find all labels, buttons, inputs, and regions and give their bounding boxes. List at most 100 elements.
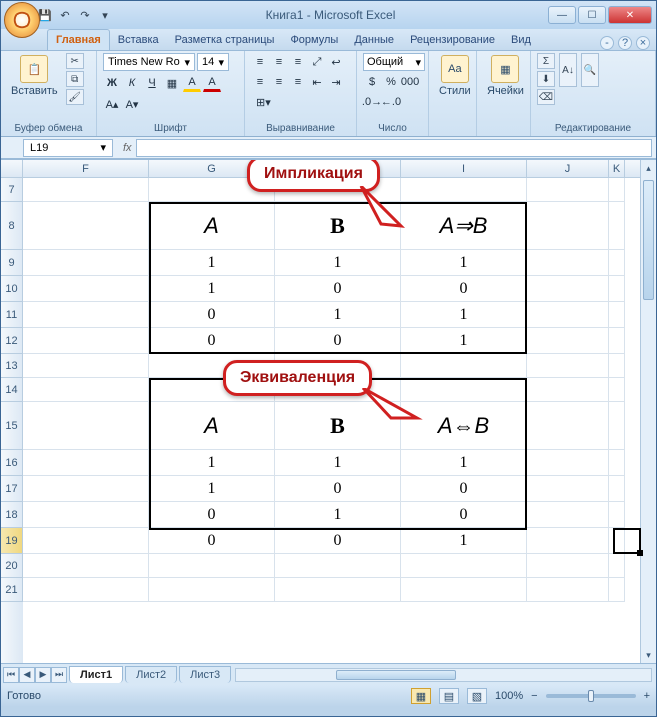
page-break-view-icon[interactable]: ▧ (467, 688, 487, 704)
cell[interactable]: 0 (275, 528, 401, 554)
font-color-button[interactable]: A (203, 74, 221, 92)
cell[interactable]: 1 (275, 450, 401, 476)
col-header[interactable]: I (401, 160, 527, 177)
sheet-tab-2[interactable]: Лист2 (125, 666, 177, 683)
number-format-select[interactable]: Общий▾ (363, 53, 425, 71)
cell[interactable]: 1 (401, 328, 527, 354)
cell[interactable] (23, 554, 149, 578)
cell[interactable]: A (149, 402, 275, 450)
cell[interactable] (23, 302, 149, 328)
row-header[interactable]: 10 (1, 276, 23, 302)
help-icon[interactable]: ? (618, 36, 632, 50)
cell[interactable] (527, 354, 609, 378)
autosum-icon[interactable]: Σ (537, 53, 555, 69)
page-layout-view-icon[interactable]: ▤ (439, 688, 459, 704)
zoom-in-icon[interactable]: + (644, 690, 650, 702)
cell[interactable] (527, 328, 609, 354)
cell[interactable] (401, 578, 527, 602)
sheet-nav-next-icon[interactable]: ▶ (35, 667, 51, 683)
cell[interactable]: 0 (401, 276, 527, 302)
cell[interactable]: 0 (149, 502, 275, 528)
scroll-up-icon[interactable]: ▴ (641, 160, 656, 176)
cell[interactable] (609, 354, 625, 378)
tab-page-layout[interactable]: Разметка страницы (167, 30, 283, 50)
cell[interactable] (275, 578, 401, 602)
sheet-nav-prev-icon[interactable]: ◀ (19, 667, 35, 683)
cell[interactable] (609, 202, 625, 250)
row-header[interactable]: 12 (1, 328, 23, 354)
row-header[interactable]: 21 (1, 578, 23, 602)
close-button[interactable]: ✕ (608, 6, 652, 24)
redo-icon[interactable]: ↷ (77, 7, 93, 23)
tab-review[interactable]: Рецензирование (402, 30, 503, 50)
cell[interactable]: 1 (401, 302, 527, 328)
cell[interactable] (527, 402, 609, 450)
cell[interactable] (401, 378, 527, 402)
row-header[interactable]: 9 (1, 250, 23, 276)
cell[interactable] (609, 528, 625, 554)
increase-decimal-icon[interactable]: .0→ (363, 93, 381, 111)
cell[interactable] (609, 502, 625, 528)
sheet-nav-first-icon[interactable]: ⏮ (3, 667, 19, 683)
scroll-down-icon[interactable]: ▾ (641, 647, 656, 663)
window-close-doc-icon[interactable]: × (636, 36, 650, 50)
increase-indent-icon[interactable]: ⇥ (327, 73, 345, 91)
clear-icon[interactable]: ⌫ (537, 89, 555, 105)
align-bottom-icon[interactable]: ≡ (289, 53, 307, 71)
tab-view[interactable]: Вид (503, 30, 539, 50)
normal-view-icon[interactable]: ▦ (411, 688, 431, 704)
cell[interactable]: B (275, 202, 401, 250)
cell[interactable] (609, 450, 625, 476)
cell[interactable]: 1 (401, 528, 527, 554)
tab-formulas[interactable]: Формулы (282, 30, 346, 50)
format-painter-icon[interactable]: 🖌 (66, 89, 84, 105)
cell[interactable] (23, 528, 149, 554)
cell[interactable] (527, 250, 609, 276)
cell[interactable] (23, 502, 149, 528)
shrink-font-icon[interactable]: A▾ (123, 95, 141, 113)
zoom-out-icon[interactable]: − (531, 690, 537, 702)
row-header[interactable]: 11 (1, 302, 23, 328)
fx-icon[interactable]: fx (123, 142, 132, 154)
cell[interactable]: 0 (275, 476, 401, 502)
align-right-icon[interactable]: ≡ (289, 73, 307, 91)
sheet-nav-last-icon[interactable]: ⏭ (51, 667, 67, 683)
row-header[interactable]: 17 (1, 476, 23, 502)
cell[interactable] (609, 328, 625, 354)
horizontal-scrollbar[interactable] (235, 668, 652, 682)
cell[interactable]: 1 (401, 250, 527, 276)
fill-color-button[interactable]: A (183, 74, 201, 92)
cell[interactable] (527, 502, 609, 528)
scroll-thumb[interactable] (643, 180, 654, 300)
cell[interactable]: A (149, 202, 275, 250)
decrease-indent-icon[interactable]: ⇤ (308, 73, 326, 91)
cell[interactable] (275, 554, 401, 578)
cell[interactable] (401, 354, 527, 378)
hscroll-thumb[interactable] (336, 670, 456, 680)
font-size-select[interactable]: 14▾ (197, 53, 229, 71)
cell[interactable]: 0 (149, 302, 275, 328)
cell[interactable] (527, 476, 609, 502)
tab-insert[interactable]: Вставка (110, 30, 167, 50)
fill-icon[interactable]: ⬇ (537, 71, 555, 87)
cell[interactable]: 0 (275, 276, 401, 302)
cell[interactable] (609, 250, 625, 276)
cut-icon[interactable]: ✂ (66, 53, 84, 69)
cell[interactable] (527, 378, 609, 402)
cell[interactable] (527, 302, 609, 328)
cell[interactable] (401, 554, 527, 578)
cell[interactable]: 1 (275, 250, 401, 276)
align-left-icon[interactable]: ≡ (251, 73, 269, 91)
row-header[interactable]: 8 (1, 202, 23, 250)
cell[interactable] (609, 276, 625, 302)
cell[interactable] (401, 178, 527, 202)
row-header[interactable]: 7 (1, 178, 23, 202)
comma-icon[interactable]: 000 (401, 73, 419, 91)
cell[interactable]: 0 (401, 502, 527, 528)
currency-icon[interactable]: $ (363, 73, 381, 91)
cell[interactable] (23, 450, 149, 476)
underline-button[interactable]: Ч (143, 74, 161, 92)
cell[interactable]: 1 (149, 450, 275, 476)
cell[interactable] (23, 328, 149, 354)
row-header[interactable]: 20 (1, 554, 23, 578)
